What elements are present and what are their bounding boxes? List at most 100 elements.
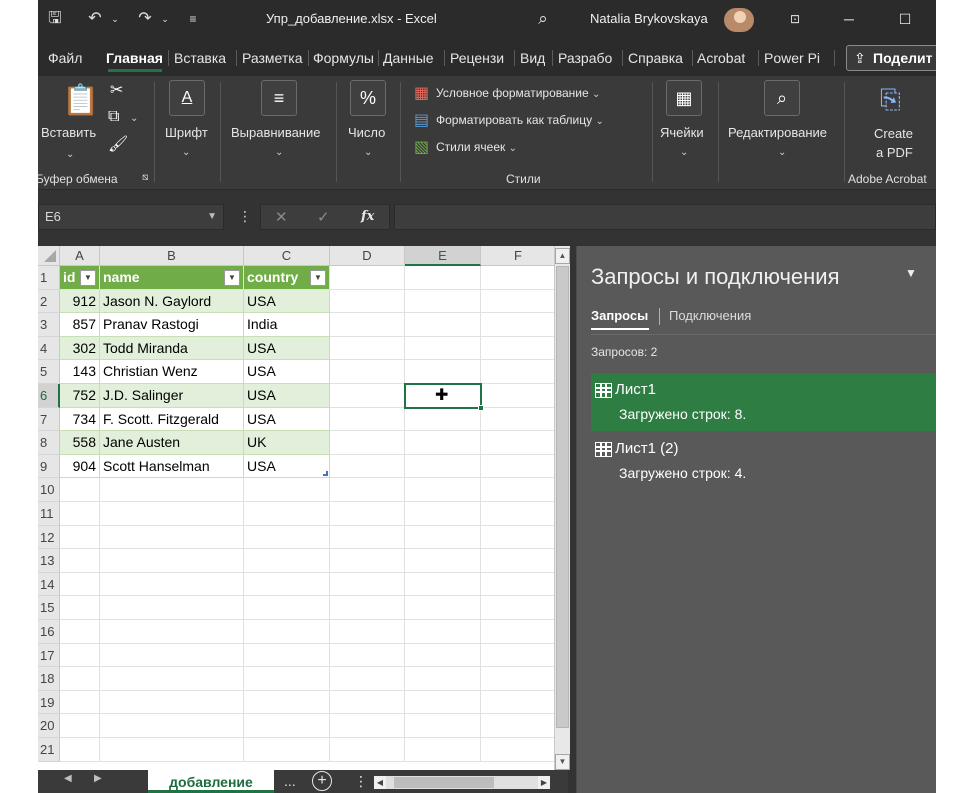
create-pdf-label-1[interactable]: Create — [874, 126, 913, 141]
grid-cell[interactable] — [405, 572, 481, 597]
formula-bar-splitter-icon[interactable]: ⋮ — [238, 208, 252, 225]
row-header[interactable]: 8 — [38, 431, 60, 455]
alignment-button[interactable]: Выравнивание — [231, 125, 320, 140]
grid-cell[interactable] — [481, 690, 556, 715]
grid-cell[interactable] — [100, 502, 244, 526]
number-dropdown-icon[interactable]: ⌄ — [364, 144, 372, 162]
cells-icon[interactable]: ▦ — [666, 80, 702, 116]
select-all-button[interactable] — [38, 246, 60, 266]
scroll-left-icon[interactable]: ◀ — [374, 776, 386, 789]
table-cell[interactable]: F. Scott. Fitzgerald — [100, 407, 244, 432]
grid-cell[interactable] — [481, 714, 556, 738]
grid-cell[interactable] — [330, 643, 405, 668]
grid-cell[interactable] — [481, 525, 556, 550]
grid-cell[interactable] — [481, 643, 556, 668]
grid-cell[interactable] — [60, 690, 100, 715]
clipboard-launcher-icon[interactable]: ⧅ — [142, 172, 148, 183]
grid-cell[interactable] — [481, 407, 556, 432]
grid-cell[interactable] — [244, 690, 330, 715]
grid-cell[interactable] — [244, 478, 330, 502]
table-cell[interactable]: USA — [244, 289, 330, 314]
grid-cell[interactable] — [330, 266, 405, 290]
grid-cell[interactable] — [244, 572, 330, 597]
grid-cell[interactable] — [100, 478, 244, 502]
row-header[interactable]: 17 — [38, 643, 60, 668]
grid-cell[interactable] — [244, 596, 330, 620]
row-header[interactable]: 6 — [38, 384, 60, 408]
table-cell[interactable]: 302 — [60, 336, 100, 361]
column-header-f[interactable]: F — [481, 246, 556, 266]
grid-cell[interactable] — [100, 690, 244, 715]
table-resize-handle[interactable] — [323, 471, 328, 477]
grid-cell[interactable] — [330, 407, 405, 432]
query-item[interactable]: Лист1 (2) Загружено строк: 4. — [591, 432, 936, 490]
grid-cell[interactable] — [100, 525, 244, 550]
row-header[interactable]: 18 — [38, 667, 60, 691]
grid-cell[interactable] — [481, 289, 556, 314]
grid-cell[interactable] — [481, 738, 556, 762]
row-header[interactable]: 15 — [38, 596, 60, 620]
grid-cell[interactable] — [60, 596, 100, 620]
user-name[interactable]: Natalia Brykovskaya — [590, 11, 708, 26]
name-box[interactable]: E6 ▼ — [38, 204, 224, 230]
grid-cell[interactable] — [405, 266, 481, 290]
tab-view[interactable]: Вид — [520, 40, 545, 76]
grid-cell[interactable] — [100, 620, 244, 644]
grid-cell[interactable] — [100, 572, 244, 597]
scroll-tabs-left-icon[interactable]: ◀ — [64, 773, 72, 784]
grid-cell[interactable] — [60, 667, 100, 691]
tab-power-pivot[interactable]: Power Pi — [764, 40, 826, 76]
grid-cell[interactable] — [405, 738, 481, 762]
grid-cell[interactable] — [330, 714, 405, 738]
editing-button[interactable]: Редактирование — [728, 125, 827, 140]
maximize-icon[interactable]: ☐ — [892, 6, 918, 32]
grid-cell[interactable] — [481, 478, 556, 502]
grid-cell[interactable] — [244, 714, 330, 738]
minimize-icon[interactable]: ─ — [836, 6, 862, 32]
worksheet-grid[interactable]: A B C D E F 1 2 3 4 5 6 7 8 9 10 11 12 13 14 15 16 17 18 19 20 21 i… — [38, 246, 556, 770]
grid-cell[interactable] — [405, 336, 481, 361]
row-header[interactable]: 11 — [38, 502, 60, 526]
grid-cell[interactable] — [481, 313, 556, 337]
table-cell[interactable]: USA — [244, 360, 330, 384]
grid-cell[interactable] — [481, 667, 556, 691]
save-icon[interactable]: 🖫 — [44, 8, 66, 30]
table-cell[interactable]: USA — [244, 384, 330, 408]
row-header[interactable]: 7 — [38, 407, 60, 432]
grid-cell[interactable] — [405, 620, 481, 644]
tab-home[interactable]: Главная — [106, 40, 164, 76]
share-button[interactable]: ⇪ Поделит — [846, 45, 936, 71]
row-header[interactable]: 21 — [38, 738, 60, 762]
grid-cell[interactable] — [330, 738, 405, 762]
grid-cell[interactable] — [330, 336, 405, 361]
undo-icon[interactable]: ↶ — [84, 8, 106, 30]
pane-options-icon[interactable]: ▼ — [905, 266, 917, 280]
grid-cell[interactable] — [405, 502, 481, 526]
cells-button[interactable]: Ячейки — [660, 125, 704, 140]
grid-cell[interactable] — [405, 596, 481, 620]
grid-cell[interactable] — [244, 667, 330, 691]
grid-cell[interactable] — [481, 596, 556, 620]
grid-cell[interactable] — [481, 572, 556, 597]
percent-icon[interactable]: % — [350, 80, 386, 116]
more-sheets-button[interactable]: ... — [284, 773, 296, 789]
redo-icon[interactable]: ↷ — [134, 8, 156, 30]
scroll-tabs-right-icon[interactable]: ▶ — [94, 773, 102, 784]
grid-cell[interactable] — [100, 549, 244, 573]
tab-help[interactable]: Справка — [628, 40, 683, 76]
table-cell[interactable]: Todd Miranda — [100, 336, 244, 361]
ribbon-display-options-icon[interactable]: ⊡ — [782, 6, 808, 32]
row-header[interactable]: 14 — [38, 572, 60, 597]
customize-toolbar-icon[interactable]: ≡ — [182, 8, 204, 30]
grid-cell[interactable] — [405, 407, 481, 432]
grid-cell[interactable] — [330, 289, 405, 314]
tab-insert[interactable]: Вставка — [174, 40, 226, 76]
search-icon[interactable]: ⌕ — [532, 8, 554, 30]
cut-icon[interactable]: ✂ — [110, 82, 123, 100]
grid-cell[interactable] — [330, 549, 405, 573]
grid-cell[interactable] — [405, 313, 481, 337]
table-cell[interactable]: Pranav Rastogi — [100, 313, 244, 337]
table-cell[interactable]: USA — [244, 454, 330, 479]
grid-cell[interactable] — [100, 667, 244, 691]
table-cell[interactable]: 912 — [60, 289, 100, 314]
